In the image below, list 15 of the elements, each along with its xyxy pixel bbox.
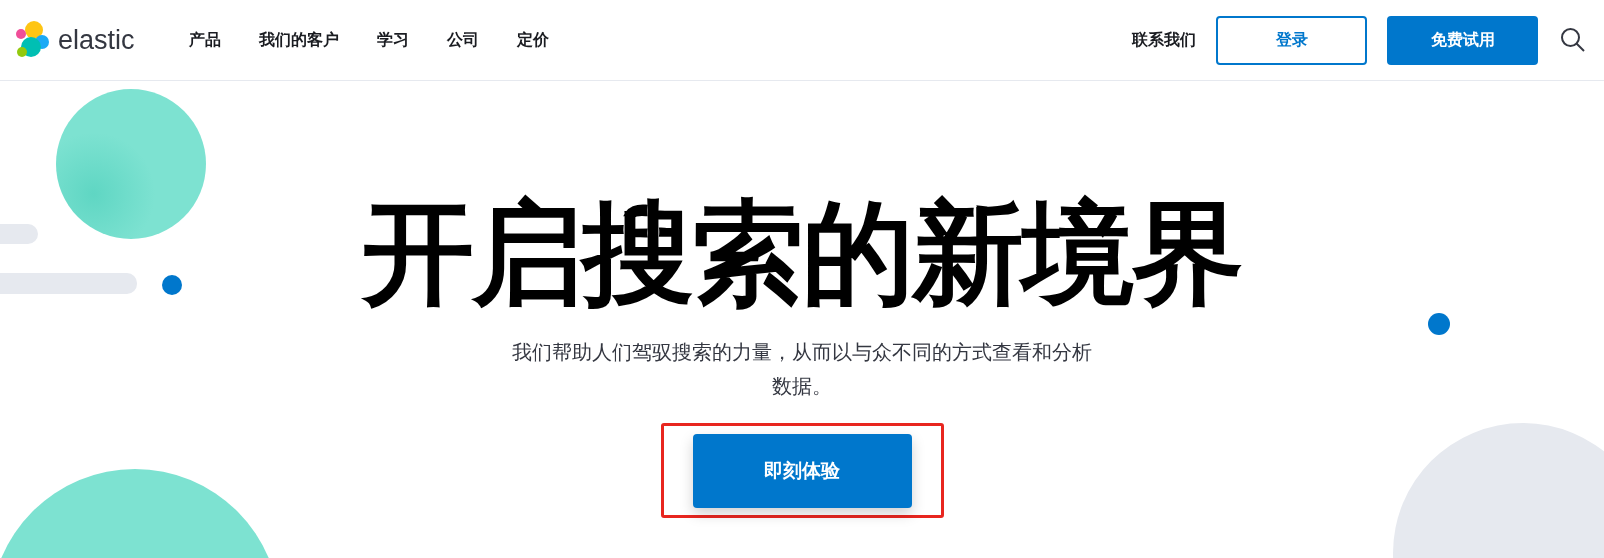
- nav-link[interactable]: 学习: [376, 29, 409, 51]
- start-button[interactable]: 即刻体验: [692, 433, 912, 508]
- contact-link[interactable]: 联系我们: [1132, 29, 1196, 51]
- nav-link[interactable]: 公司: [446, 29, 479, 51]
- hero-title: 开启搜索的新境界: [362, 193, 1242, 313]
- logo-text[interactable]: elastic: [58, 24, 135, 56]
- decorative-dot: [162, 275, 182, 295]
- search-icon[interactable]: [1560, 27, 1586, 53]
- nav-link[interactable]: 产品: [188, 29, 221, 51]
- decorative-dot: [1428, 313, 1450, 335]
- hero-subtitle: 我们帮助人们驾驭搜索的力量，从而以与众不同的方式查看和分析数据。: [512, 339, 1092, 400]
- trial-button[interactable]: 免费试用: [1387, 15, 1538, 65]
- login-button[interactable]: 登录: [1216, 15, 1367, 65]
- nav-link[interactable]: 定价: [516, 29, 549, 51]
- nav-link[interactable]: 我们的客户: [258, 29, 339, 51]
